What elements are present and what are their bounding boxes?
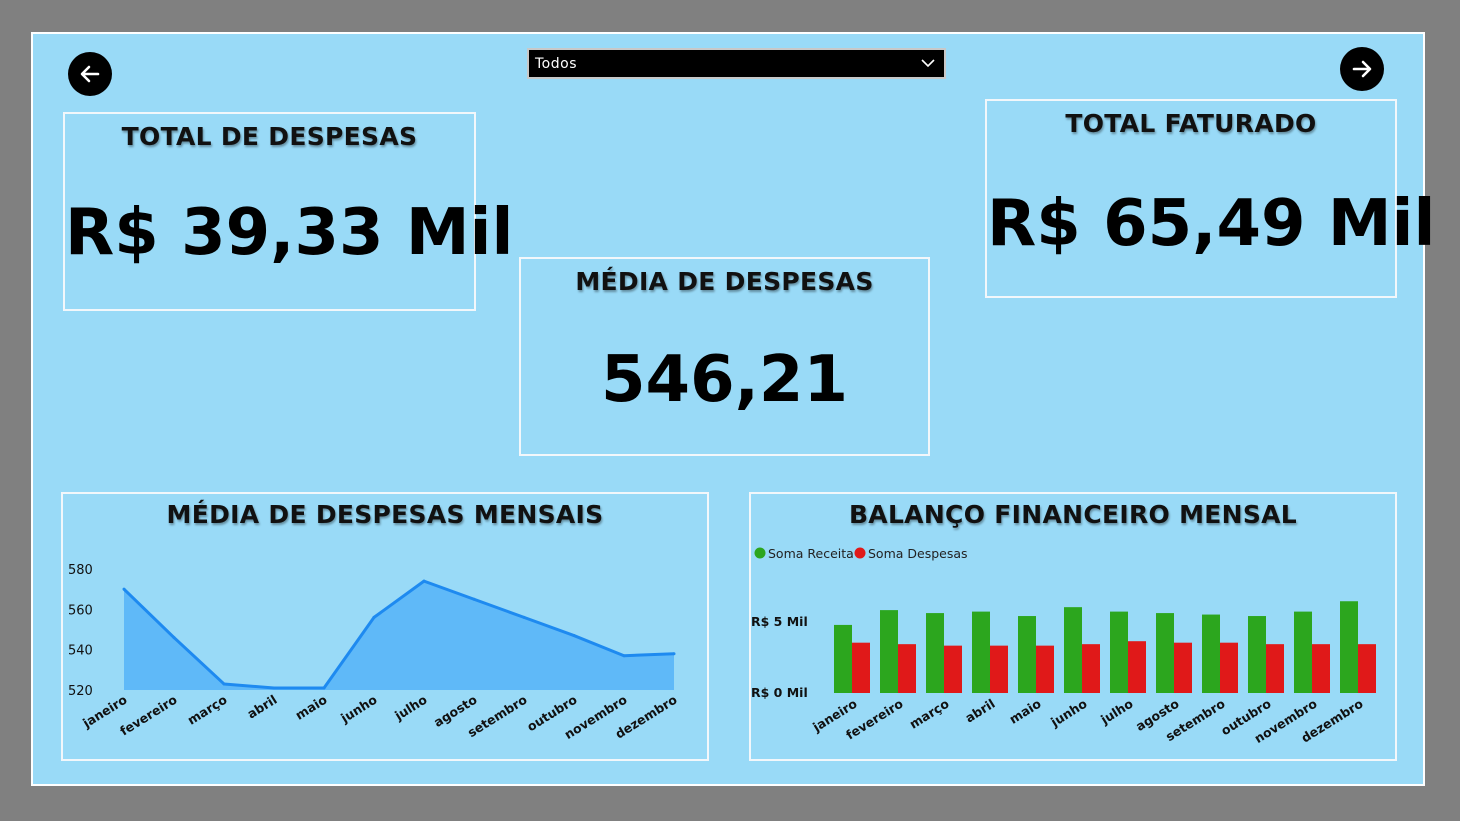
x-tick-label: abril [244,692,279,722]
data-point [272,686,276,690]
bar-receita [834,624,852,693]
filter-selected-value: Todos [535,55,577,72]
bar-despesas [852,642,870,693]
bar-receita [1064,607,1082,693]
total-despesas-value: R$ 39,33 Mil [65,196,514,270]
bar-despesas [1082,644,1100,693]
data-point [172,636,176,640]
bar-despesas [990,645,1008,693]
legend-label: Soma Despesas [868,546,968,561]
bar-despesas [944,645,962,693]
bar-despesas [1174,642,1192,693]
bar-despesas [1266,644,1284,693]
x-tick-label: junho [1047,696,1090,730]
y-tick-label: 560 [68,603,93,618]
bar-despesas [1220,642,1238,693]
data-point [522,615,526,619]
bar-receita [1156,613,1174,693]
total-despesas-card: TOTAL DE DESPESAS R$ 39,33 Mil [63,112,514,311]
bar-receita [1202,614,1220,693]
legend-marker-receita [754,547,766,559]
bar-receita [926,613,944,693]
data-point [672,652,676,656]
bar-receita [880,610,898,693]
y-tick-label: R$ 5 Mil [751,614,808,629]
total-faturado-title: TOTAL FATURADO [1065,109,1317,138]
month-filter-dropdown[interactable]: Todos [527,48,946,79]
bar-receita [1110,611,1128,693]
forward-button[interactable] [1340,47,1384,91]
total-despesas-title: TOTAL DE DESPESAS [121,122,418,151]
data-point [372,615,376,619]
legend-marker-despesas [854,547,866,559]
arrow-right-icon [1352,60,1372,78]
x-tick-label: julho [1097,696,1136,728]
media-despesas-mensais-chart: 520540560580janeirofevereiro março abril ma… [68,563,680,742]
total-faturado-card: TOTAL FATURADO R$ 65,49 Mil [985,99,1436,298]
x-tick-label: maio [293,692,330,723]
total-faturado-value: R$ 65,49 Mil [987,187,1436,261]
data-point [422,579,426,583]
x-tick-label: março [907,696,952,732]
data-point [222,682,226,686]
x-tick-label: março [185,692,230,728]
bar-despesas [1036,645,1054,693]
y-tick-label: 580 [68,563,93,578]
y-tick-label: 520 [68,684,93,699]
arrow-left-icon [80,65,100,83]
bar-despesas [898,644,916,693]
data-point [322,686,326,690]
x-tick-label: junho [337,692,380,726]
bar-receita [972,611,990,693]
balanco-financeiro-card: BALANÇO FINANCEIRO MENSAL Soma Receita So… [749,492,1397,761]
bar-receita [1340,601,1358,693]
bar-despesas [1128,641,1146,693]
back-button[interactable] [68,52,112,96]
media-despesas-value: 546,21 [601,343,848,417]
chevron-down-icon [921,59,935,68]
y-tick-label: R$ 0 Mil [751,685,808,700]
x-tick-label: julho [391,692,430,724]
bar-despesas [1312,644,1330,693]
y-tick-label: 540 [68,644,93,659]
bar-despesas [1358,644,1376,693]
data-point [622,654,626,658]
bar-receita [1294,611,1312,693]
media-despesas-mensais-card: MÉDIA DE DESPESAS MENSAIS 520 540 560 580 ja… [61,492,709,761]
data-point [472,597,476,601]
media-despesas-title: MÉDIA DE DESPESAS [575,267,874,296]
legend-label: Soma Receita [768,546,854,561]
bar-receita [1018,616,1036,693]
media-despesas-card: MÉDIA DE DESPESAS 546,21 [519,257,930,456]
bar-receita [1248,616,1266,693]
balanco-financeiro-chart: Soma Receita Soma Despesas R$ 0 Mil R$ 5 Mi… [751,546,1376,746]
x-tick-label: maio [1007,696,1044,727]
data-point [572,634,576,638]
data-point [122,587,126,591]
x-tick-label: abril [962,696,997,726]
x-tick-label: fevereiro [117,692,180,739]
